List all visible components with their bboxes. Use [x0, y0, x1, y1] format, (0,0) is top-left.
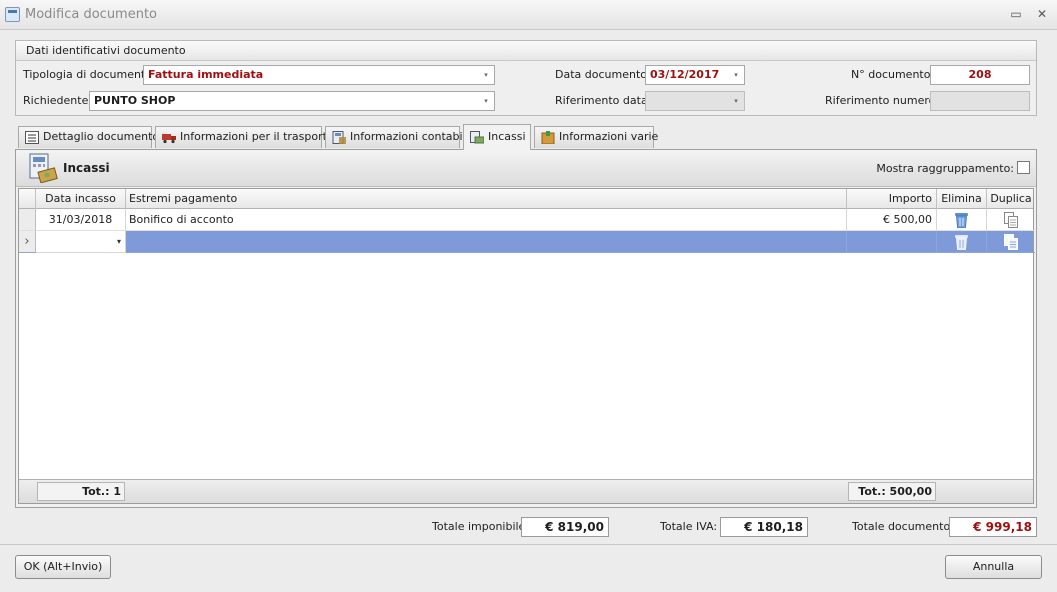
row-indicator-arrow: › — [19, 231, 36, 253]
title-bar: Modifica documento ▭ ✕ — [0, 0, 1057, 30]
cell-data-incasso[interactable]: 31/03/2018 — [36, 209, 126, 231]
totale-imponibile-label: Totale imponibile: — [432, 520, 530, 533]
delete-row-button[interactable] — [937, 209, 987, 231]
cell-importo[interactable]: € 500,00 — [847, 209, 937, 231]
tab-label: Informazioni contabili — [350, 130, 469, 143]
tab-label: Informazioni per il trasporto — [180, 130, 334, 143]
trash-icon — [955, 213, 968, 228]
copy-icon — [1004, 234, 1018, 250]
truck-icon — [162, 134, 176, 144]
tab-informazioni-trasporto[interactable]: Informazioni per il trasporto — [155, 126, 334, 148]
richiedente-value: PUNTO SHOP — [94, 94, 176, 107]
table-row[interactable]: 31/03/2018 Bonifico di acconto € 500,00 — [19, 209, 1035, 231]
indicator-header — [19, 189, 36, 209]
data-documento-label: Data documento: — [555, 68, 651, 81]
tab-label: Informazioni varie — [559, 130, 659, 143]
calculator-icon — [332, 131, 346, 144]
chevron-down-icon: ▾ — [734, 97, 738, 105]
cash-icon — [470, 131, 484, 144]
tab-dettaglio-documento[interactable]: Dettaglio documento — [18, 126, 159, 148]
tipologia-label: Tipologia di documento: — [23, 68, 156, 81]
riferimento-data-label: Riferimento data: — [555, 94, 652, 107]
column-header-estremi-pagamento[interactable]: Estremi pagamento — [126, 189, 847, 209]
totale-iva-label: Totale IVA: — [660, 520, 718, 533]
duplicate-row-button[interactable] — [987, 231, 1035, 253]
chevron-down-icon[interactable]: ▾ — [481, 92, 491, 110]
document-icon — [5, 7, 20, 22]
row-indicator — [19, 209, 36, 231]
list-icon — [25, 131, 39, 144]
cash-register-icon — [29, 153, 58, 183]
chevron-down-icon[interactable]: ▾ — [117, 231, 121, 252]
tab-label: Incassi — [488, 130, 526, 143]
cell-estremi-pagamento[interactable]: Bonifico di acconto — [126, 209, 847, 231]
tipologia-select[interactable]: Fattura immediata ▾ — [143, 65, 495, 85]
data-documento-value: 03/12/2017 — [650, 68, 720, 81]
footer-total-importo: Tot.: 500,00 — [848, 482, 936, 501]
cell-estremi-pagamento-new[interactable] — [126, 231, 847, 253]
richiedente-label: Richiedente: — [23, 94, 93, 107]
ok-button[interactable]: OK (Alt+Invio) — [15, 555, 111, 579]
bottom-bar — [0, 544, 1057, 592]
tipologia-value: Fattura immediata — [148, 68, 264, 81]
tab-label: Dettaglio documento — [43, 130, 160, 143]
riferimento-data-picker: ▾ — [645, 91, 745, 111]
copy-icon — [1004, 212, 1018, 228]
richiedente-select[interactable]: PUNTO SHOP ▾ — [89, 91, 495, 111]
annulla-button[interactable]: Annulla — [945, 555, 1042, 579]
totale-iva-value: € 180,18 — [720, 517, 808, 537]
mostra-raggruppamento-checkbox[interactable] — [1017, 161, 1030, 174]
cell-data-incasso-new[interactable]: ▾ — [36, 231, 126, 253]
totale-documento-label: Totale documento: — [852, 520, 954, 533]
mostra-raggruppamento-label: Mostra raggruppamento: — [876, 162, 1014, 175]
data-documento-picker[interactable]: 03/12/2017 ▾ — [645, 65, 745, 85]
column-header-data-incasso[interactable]: Data incasso — [36, 189, 126, 209]
incassi-panel: Incassi Mostra raggruppamento: Data inca… — [15, 149, 1037, 508]
numero-documento-field[interactable]: 208 — [930, 65, 1030, 85]
box-icon — [541, 131, 555, 144]
column-header-elimina: Elimina — [937, 189, 987, 209]
trash-icon — [955, 235, 968, 250]
restore-button[interactable]: ▭ — [1007, 5, 1025, 23]
numero-documento-label: N° documento: — [851, 68, 935, 81]
grid-footer: Tot.: 1 Tot.: 500,00 — [19, 479, 1033, 503]
riferimento-numero-field — [930, 91, 1030, 111]
chevron-down-icon[interactable]: ▾ — [731, 66, 741, 84]
tab-incassi[interactable]: Incassi — [463, 124, 531, 150]
column-header-importo[interactable]: Importo — [847, 189, 937, 209]
totale-imponibile-value: € 819,00 — [521, 517, 609, 537]
tab-informazioni-contabili[interactable]: Informazioni contabili — [325, 126, 469, 148]
column-header-duplica: Duplica — [990, 192, 1032, 205]
totale-documento-value: € 999,18 — [949, 517, 1037, 537]
riferimento-numero-label: Riferimento numero: — [825, 94, 940, 107]
tab-informazioni-varie[interactable]: Informazioni varie — [534, 126, 658, 148]
panel-title: Incassi — [63, 161, 110, 175]
grid-header: Data incasso Estremi pagamento Importo E… — [19, 189, 1033, 209]
window-title: Modifica documento — [25, 7, 158, 22]
group-title: Dati identificativi documento — [16, 41, 1036, 61]
delete-row-button[interactable] — [937, 231, 987, 253]
table-row-new[interactable]: › ▾ — [19, 231, 1035, 253]
close-button[interactable]: ✕ — [1033, 5, 1051, 23]
cell-importo-new[interactable] — [847, 231, 937, 253]
chevron-down-icon[interactable]: ▾ — [481, 66, 491, 84]
incassi-grid: Data incasso Estremi pagamento Importo E… — [18, 188, 1035, 504]
panel-toolbar: Incassi Mostra raggruppamento: — [16, 150, 1036, 187]
footer-count: Tot.: 1 — [37, 482, 125, 501]
duplicate-row-button[interactable] — [987, 209, 1035, 231]
